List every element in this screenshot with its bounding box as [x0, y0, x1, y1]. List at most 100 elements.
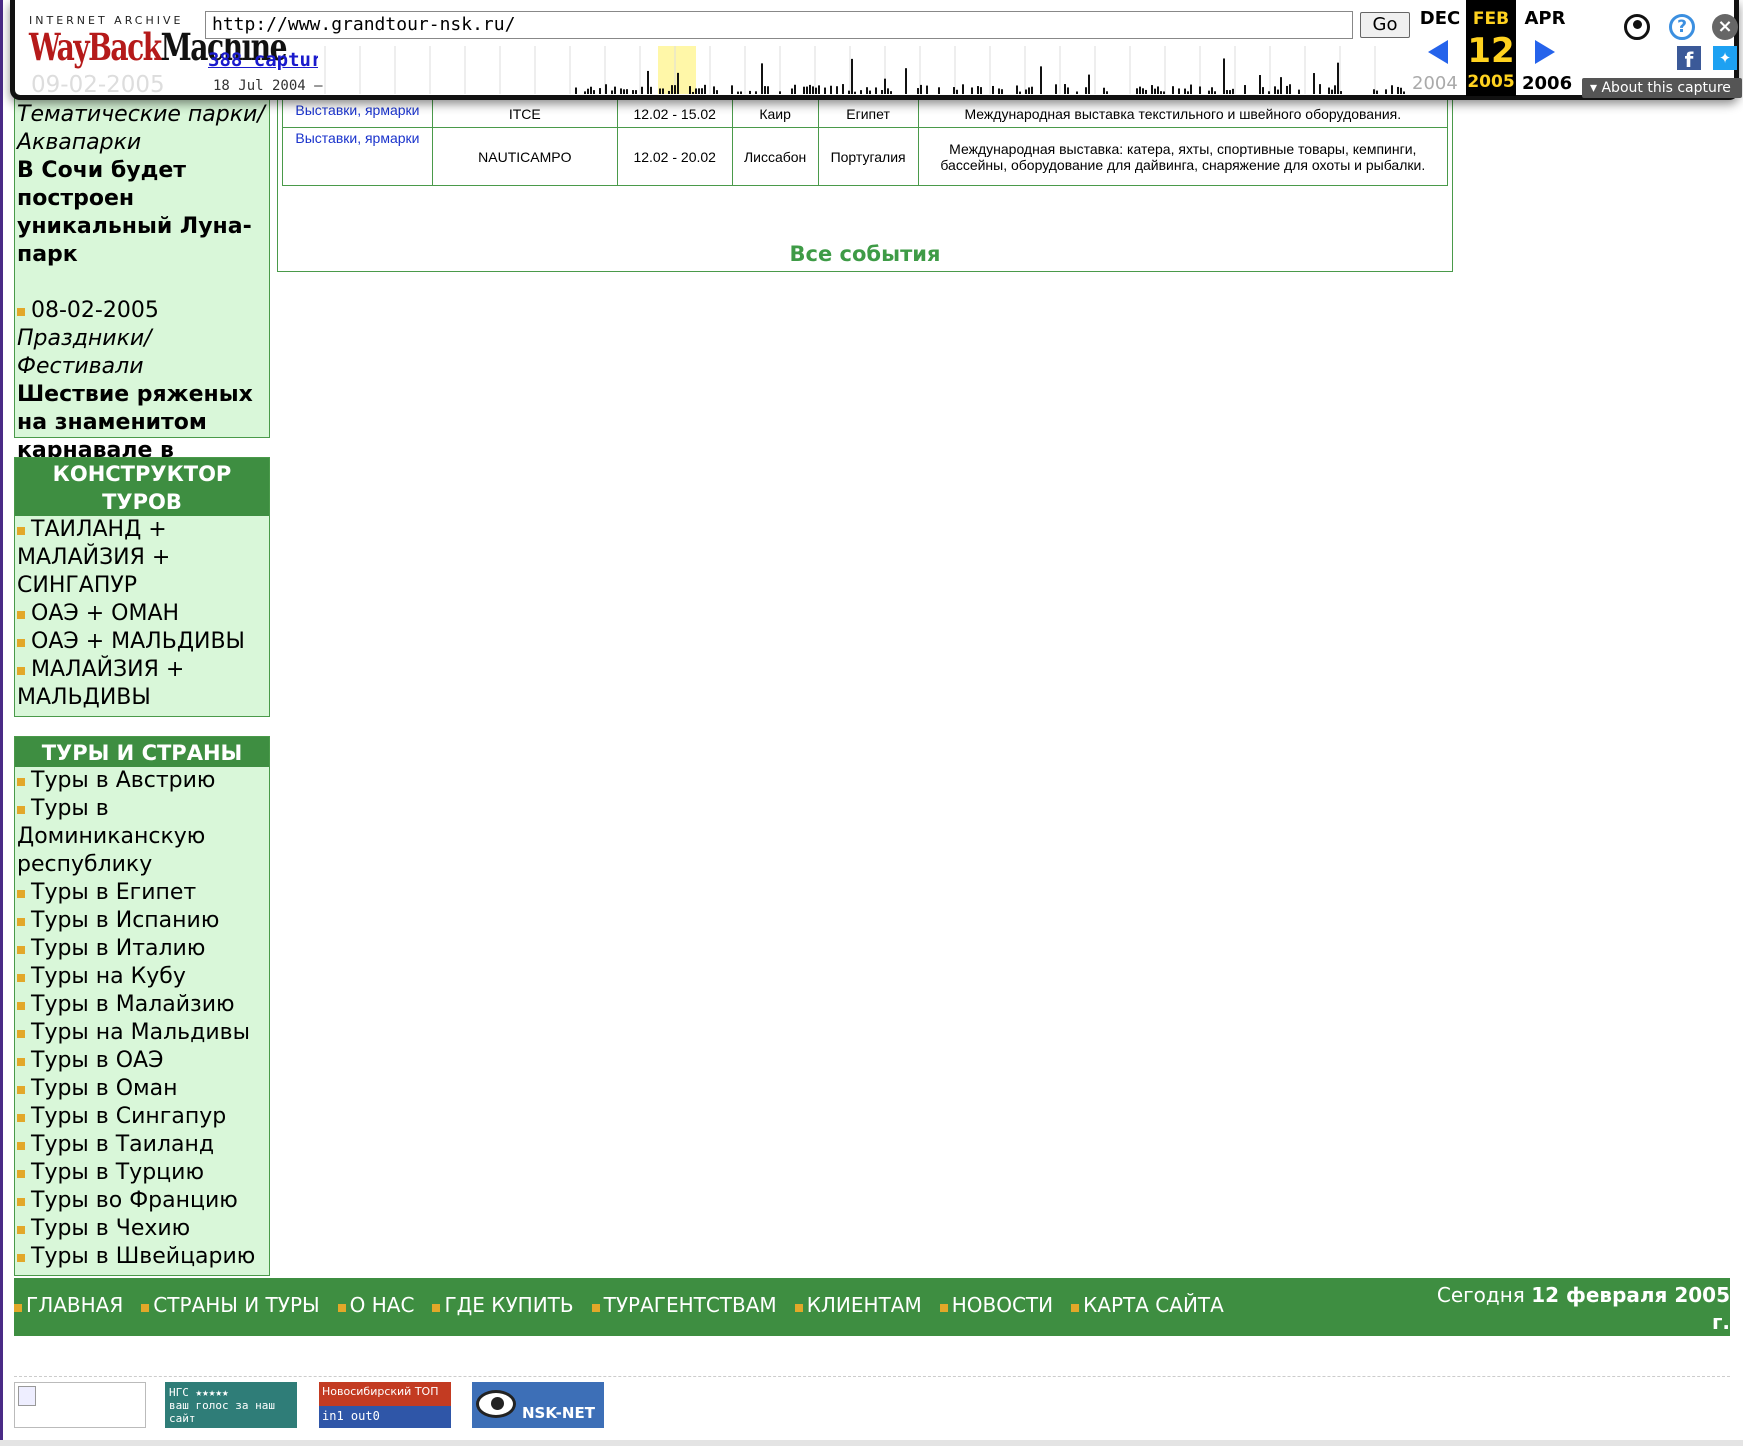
capture-bar — [881, 89, 883, 94]
news-item[interactable]: Тематические парки/ Аквапарки В Сочи буд… — [17, 101, 267, 269]
tour-country-item[interactable]: Туры на Мальдивы — [15, 1019, 269, 1047]
constructor-item[interactable]: МАЛАЙЗИЯ + МАЛЬДИВЫ — [15, 656, 269, 712]
capture-bar — [1211, 87, 1213, 94]
capture-bar — [1076, 91, 1078, 94]
nsk-top-title: Новосибирский ТОП — [322, 1385, 439, 1398]
capture-bar — [716, 90, 718, 94]
capture-bar — [848, 90, 850, 94]
tour-country-item[interactable]: Туры на Кубу — [15, 963, 269, 991]
bullet-icon — [17, 667, 25, 675]
constructor-item[interactable]: ОАЭ + МАЛЬДИВЫ — [15, 628, 269, 656]
capture-bar — [794, 84, 796, 94]
capture-bar — [1163, 91, 1165, 94]
capture-bar — [1136, 88, 1138, 94]
event-country: Португалия — [817, 127, 919, 186]
prev-month[interactable]: DEC — [1416, 8, 1464, 29]
tour-country-item[interactable]: Туры в Австрию — [15, 767, 269, 795]
tour-country-item[interactable]: Туры в Испанию — [15, 907, 269, 935]
nav-item[interactable]: ТУРАГЕНТСТВАМ — [591, 1293, 777, 1317]
capture-bar — [662, 88, 664, 94]
nav-item[interactable]: КЛИЕНТАМ — [794, 1293, 922, 1317]
tour-country-item[interactable]: Туры в Египет — [15, 879, 269, 907]
url-input[interactable]: http://www.grandtour-nsk.ru/ — [205, 11, 1353, 39]
event-category-link[interactable]: Выставки, ярмарки — [295, 130, 419, 146]
event-category: Выставки, ярмарки — [282, 127, 433, 186]
constructor-item-label: ТАИЛАНД + МАЛАЙЗИЯ + СИНГАПУР — [17, 517, 171, 598]
capture-bar — [611, 90, 613, 94]
capture-bar — [1280, 77, 1282, 94]
user-icon[interactable] — [1624, 14, 1650, 40]
tour-country-item[interactable]: Туры в Швейцарию — [15, 1243, 269, 1271]
nsk-net-counter[interactable]: NSK-NET — [472, 1382, 604, 1428]
capture-bar — [860, 90, 862, 94]
capture-bar — [1085, 87, 1087, 94]
prev-capture-arrow-icon[interactable] — [1428, 40, 1448, 64]
capture-bar — [971, 87, 973, 94]
nav-item[interactable]: КАРТА САЙТА — [1071, 1293, 1224, 1317]
capture-bar — [1298, 89, 1300, 94]
tour-country-item-label: Туры на Кубу — [31, 964, 186, 989]
tour-country-item[interactable]: Туры в Таиланд — [15, 1131, 269, 1159]
capture-bar — [584, 91, 586, 94]
news-title[interactable]: В Сочи будет построен уникальный Луна-па… — [17, 157, 267, 269]
news-box: Тематические парки/ Аквапарки В Сочи буд… — [14, 98, 270, 491]
capture-bar — [605, 84, 607, 94]
capture-bar — [1400, 87, 1402, 94]
event-category-link[interactable]: Выставки, ярмарки — [295, 102, 419, 118]
nav-item[interactable]: ГЛАВНАЯ — [14, 1293, 123, 1317]
bullet-icon — [17, 639, 25, 647]
capture-sparkline[interactable] — [315, 46, 1405, 94]
capture-bar — [1055, 84, 1057, 94]
go-button[interactable]: Go — [1360, 12, 1410, 38]
nav-item-label: КАРТА САЙТА — [1083, 1293, 1224, 1317]
tour-country-item[interactable]: Туры в Италию — [15, 935, 269, 963]
capture-bar — [1157, 86, 1159, 94]
bullet-icon — [17, 974, 25, 982]
nav-item-label: НОВОСТИ — [951, 1293, 1054, 1317]
capture-bar — [593, 90, 595, 94]
nav-item[interactable]: СТРАНЫ И ТУРЫ — [141, 1293, 320, 1317]
tour-country-item[interactable]: Туры в ОАЭ — [15, 1047, 269, 1075]
constructor-item[interactable]: ОАЭ + ОМАН — [15, 600, 269, 628]
capture-bar — [803, 86, 805, 94]
tour-country-item[interactable]: Туры во Францию — [15, 1187, 269, 1215]
nav-item[interactable]: ГДЕ КУПИТЬ — [432, 1293, 574, 1317]
tour-country-item[interactable]: Туры в Турцию — [15, 1159, 269, 1187]
event-description: Международная выставка: катера, яхты, сп… — [917, 127, 1449, 186]
tour-country-item[interactable]: Туры в Доминиканскую республику — [15, 795, 269, 879]
capture-bar — [1016, 85, 1018, 94]
nsk-top-counter[interactable]: Новосибирский ТОП in1 out0 — [319, 1382, 451, 1428]
twitter-icon[interactable]: ✦ — [1713, 46, 1737, 70]
captures-link[interactable]: 388 captures — [208, 49, 318, 71]
next-capture-arrow-icon[interactable] — [1535, 40, 1555, 64]
capture-bar — [1289, 84, 1291, 94]
capture-bar — [1178, 88, 1180, 94]
ngs-counter[interactable]: НГС ★★★★★ ваш голос за наш сайт — [165, 1382, 297, 1428]
nav-item[interactable]: НОВОСТИ — [939, 1293, 1054, 1317]
today-date: Сегодня 12 февраля 2005 г. — [1400, 1282, 1730, 1336]
bullet-icon — [17, 1114, 25, 1122]
about-capture-button[interactable]: ▾ About this capture — [1582, 78, 1742, 98]
all-events-link[interactable]: Все события — [277, 242, 1453, 266]
tour-country-item[interactable]: Туры в Оман — [15, 1075, 269, 1103]
capture-bar — [920, 84, 922, 94]
tour-country-item[interactable]: Туры в Сингапур — [15, 1103, 269, 1131]
close-icon[interactable]: × — [1712, 14, 1738, 40]
wayback-logo[interactable]: INTERNET ARCHIVE WayBackMachine 09-02-20… — [29, 14, 287, 98]
capture-bar — [740, 91, 742, 94]
facebook-icon[interactable]: f — [1677, 46, 1701, 72]
constructor-item[interactable]: ТАИЛАНД + МАЛАЙЗИЯ + СИНГАПУР — [15, 516, 269, 600]
tour-country-item[interactable]: Туры в Малайзию — [15, 991, 269, 1019]
capture-bar — [869, 90, 871, 94]
bullet-icon — [939, 1304, 948, 1312]
bullet-icon — [432, 1304, 441, 1312]
help-icon[interactable]: ? — [1669, 14, 1695, 40]
tour-country-item[interactable]: Туры в Чехию — [15, 1215, 269, 1243]
nav-item-label: О НАС — [349, 1293, 415, 1317]
capture-bar — [1334, 85, 1336, 94]
capture-bar — [962, 84, 964, 94]
event-name: NAUTICAMPO — [431, 127, 618, 186]
nav-item[interactable]: О НАС — [337, 1293, 415, 1317]
broken-image-counter[interactable] — [14, 1382, 146, 1428]
next-year: 2006 — [1522, 73, 1573, 94]
